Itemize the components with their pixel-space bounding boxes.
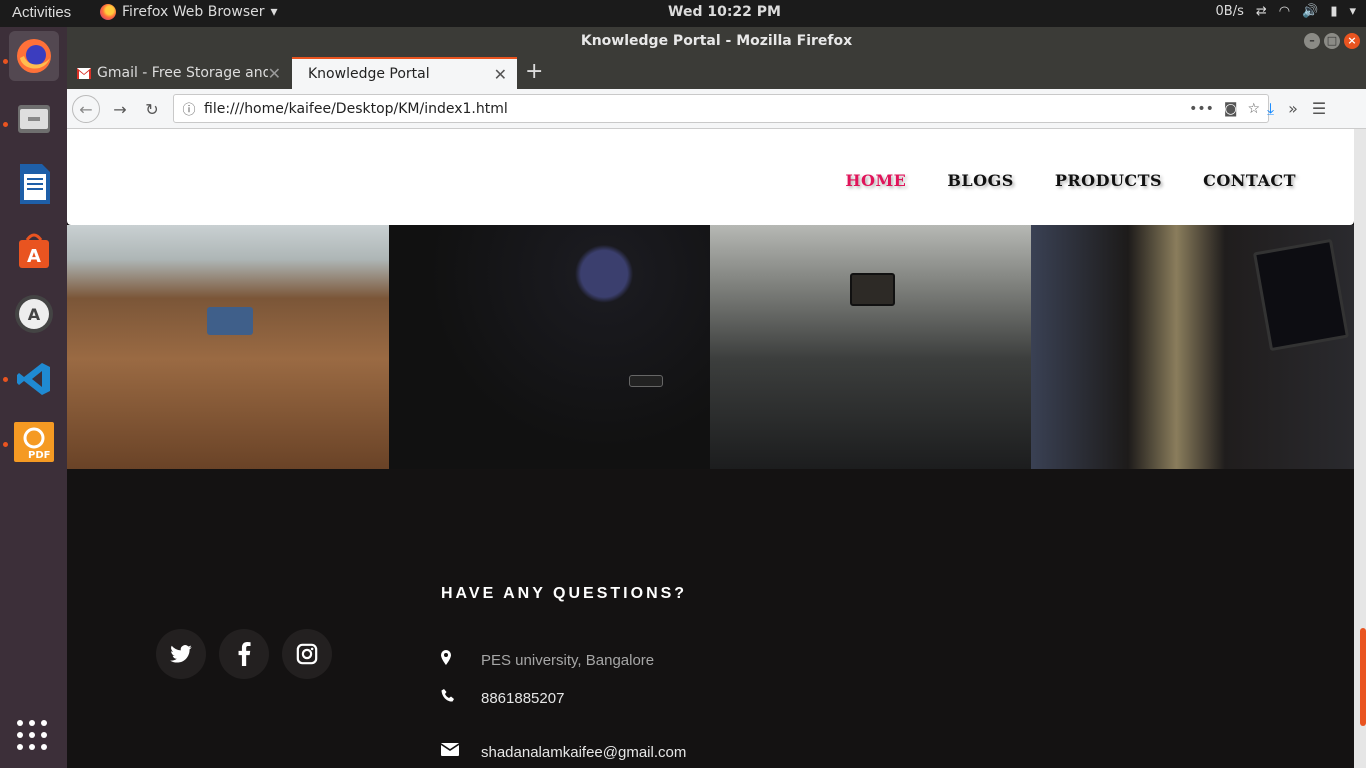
- window-title: Knowledge Portal - Mozilla Firefox: [580, 33, 853, 49]
- volume-icon: 🔊: [1302, 4, 1319, 19]
- navigation-toolbar: ← → ↻ ⓘ file:///home/kaifee/Desktop/KM/i…: [67, 89, 1366, 129]
- show-apps-icon[interactable]: [17, 720, 47, 750]
- site-header: HOME BLOGS PRODUCTS CONTACT: [67, 129, 1354, 225]
- twitter-icon[interactable]: [156, 629, 206, 679]
- dock-writer[interactable]: [9, 159, 59, 209]
- clock[interactable]: Wed 10:22 PM: [668, 4, 781, 20]
- pdf-editor-icon: PDF: [14, 422, 54, 462]
- dock-software-center[interactable]: A: [9, 225, 59, 275]
- map-marker-icon: [441, 650, 481, 670]
- pocket-icon[interactable]: ◙: [1224, 101, 1238, 117]
- nav-home[interactable]: HOME: [845, 171, 906, 190]
- maximize-icon[interactable]: □: [1324, 33, 1340, 49]
- overflow-menu-icon[interactable]: »: [1288, 99, 1298, 119]
- writer-icon: [20, 164, 50, 204]
- url-bar[interactable]: ⓘ file:///home/kaifee/Desktop/KM/index1.…: [173, 94, 1269, 123]
- contact-email: shadanalamkaifee@gmail.com: [440, 743, 686, 761]
- files-icon: [18, 105, 50, 133]
- contact-address: PES university, Bangalore: [441, 650, 654, 670]
- tab-gmail[interactable]: Gmail - Free Storage and ✕: [67, 57, 291, 89]
- phone-text[interactable]: 8861885207: [481, 690, 564, 707]
- close-tab-icon[interactable]: ✕: [268, 64, 281, 83]
- contact-phone: 8861885207: [441, 689, 564, 708]
- activities-button[interactable]: Activities: [12, 4, 71, 21]
- envelope-icon: [440, 743, 481, 761]
- close-window-icon[interactable]: ×: [1344, 33, 1360, 49]
- minimize-icon[interactable]: –: [1304, 33, 1320, 49]
- site-nav: HOME BLOGS PRODUCTS CONTACT: [845, 171, 1296, 190]
- dock-software-updater[interactable]: A: [9, 289, 59, 339]
- software-updater-icon: A: [15, 295, 53, 333]
- tab-knowledge-portal[interactable]: Knowledge Portal ✕: [292, 57, 517, 89]
- running-indicator: [3, 122, 8, 127]
- system-tray[interactable]: 0B/s ⇄ ◠ 🔊 ▮ ▾: [1216, 4, 1356, 19]
- app-menu-label: Firefox Web Browser: [122, 4, 265, 20]
- climate-display: [629, 375, 663, 387]
- chevron-down-icon: ▾: [270, 4, 278, 20]
- window-titlebar: Knowledge Portal - Mozilla Firefox – □ ×: [67, 27, 1366, 55]
- running-indicator: [3, 59, 8, 64]
- net-speed: 0B/s: [1215, 4, 1244, 19]
- address-text: PES university, Bangalore: [481, 651, 655, 669]
- download-icon[interactable]: ⤓: [1267, 99, 1274, 119]
- email-link[interactable]: shadanalamkaifee@gmail.com: [481, 744, 686, 761]
- tab-label: Knowledge Portal: [308, 66, 430, 82]
- nav-contact[interactable]: CONTACT: [1203, 171, 1296, 190]
- firefox-icon: [100, 4, 116, 20]
- social-links: [156, 629, 332, 679]
- gmail-icon: [77, 67, 91, 79]
- chevron-down-icon: ▾: [1349, 4, 1356, 19]
- tablet-screen: [1252, 238, 1350, 352]
- image-gallery: [67, 225, 1354, 469]
- phone-icon: [441, 689, 481, 708]
- facebook-icon[interactable]: [219, 629, 269, 679]
- firefox-icon: [17, 39, 51, 73]
- bookmark-star-icon[interactable]: ☆: [1247, 101, 1260, 117]
- forward-arrow-icon[interactable]: →: [106, 95, 134, 123]
- nav-blogs[interactable]: BLOGS: [947, 171, 1013, 190]
- dock-pdf-editor[interactable]: PDF: [9, 417, 59, 467]
- gallery-image-dashboard[interactable]: [710, 225, 1031, 469]
- svg-text:PDF: PDF: [28, 450, 50, 461]
- gallery-image-car-interior-rear[interactable]: [67, 225, 389, 469]
- gallery-image-ac-controls[interactable]: [389, 225, 710, 469]
- svg-text:A: A: [27, 246, 41, 267]
- battery-icon: ▮: [1330, 4, 1338, 19]
- svg-text:A: A: [28, 305, 41, 324]
- app-menu[interactable]: Firefox Web Browser ▾: [100, 4, 278, 20]
- vscode-icon: [17, 363, 50, 395]
- back-arrow-icon[interactable]: ←: [72, 95, 100, 123]
- gnome-top-bar: Activities Firefox Web Browser ▾ Wed 10:…: [0, 0, 1366, 27]
- nav-products[interactable]: PRODUCTS: [1055, 171, 1162, 190]
- wifi-icon: ◠: [1278, 4, 1291, 19]
- reload-icon[interactable]: ↻: [138, 95, 166, 123]
- dashboard-screen: [850, 273, 895, 306]
- url-text[interactable]: file:///home/kaifee/Desktop/KM/index1.ht…: [204, 101, 1189, 117]
- dock-firefox[interactable]: [9, 31, 59, 81]
- tab-label: Gmail - Free Storage and: [97, 65, 268, 81]
- page-viewport: HOME BLOGS PRODUCTS CONTACT HAVE ANY QUE…: [67, 129, 1354, 768]
- hamburger-menu-icon[interactable]: ☰: [1312, 99, 1326, 119]
- dock-files[interactable]: [9, 94, 59, 144]
- instagram-icon[interactable]: [282, 629, 332, 679]
- gallery-image-tablet-console[interactable]: [1031, 225, 1354, 469]
- close-tab-icon[interactable]: ✕: [494, 65, 507, 84]
- transfer-arrows-icon: ⇄: [1255, 4, 1267, 19]
- running-indicator: [3, 377, 8, 382]
- dock-vscode[interactable]: [9, 354, 59, 404]
- tab-bar: Gmail - Free Storage and ✕ Knowledge Por…: [67, 55, 1366, 89]
- page-actions-icon[interactable]: •••: [1189, 101, 1214, 117]
- dock: A A PDF: [0, 27, 67, 768]
- running-indicator: [3, 442, 8, 447]
- info-icon[interactable]: ⓘ: [174, 99, 204, 118]
- software-center-icon: A: [19, 233, 49, 268]
- dashboard-screen: [207, 307, 253, 335]
- new-tab-icon[interactable]: +: [525, 59, 543, 84]
- page-scrollbar-thumb[interactable]: [1360, 628, 1366, 726]
- footer-heading: HAVE ANY QUESTIONS?: [441, 585, 688, 602]
